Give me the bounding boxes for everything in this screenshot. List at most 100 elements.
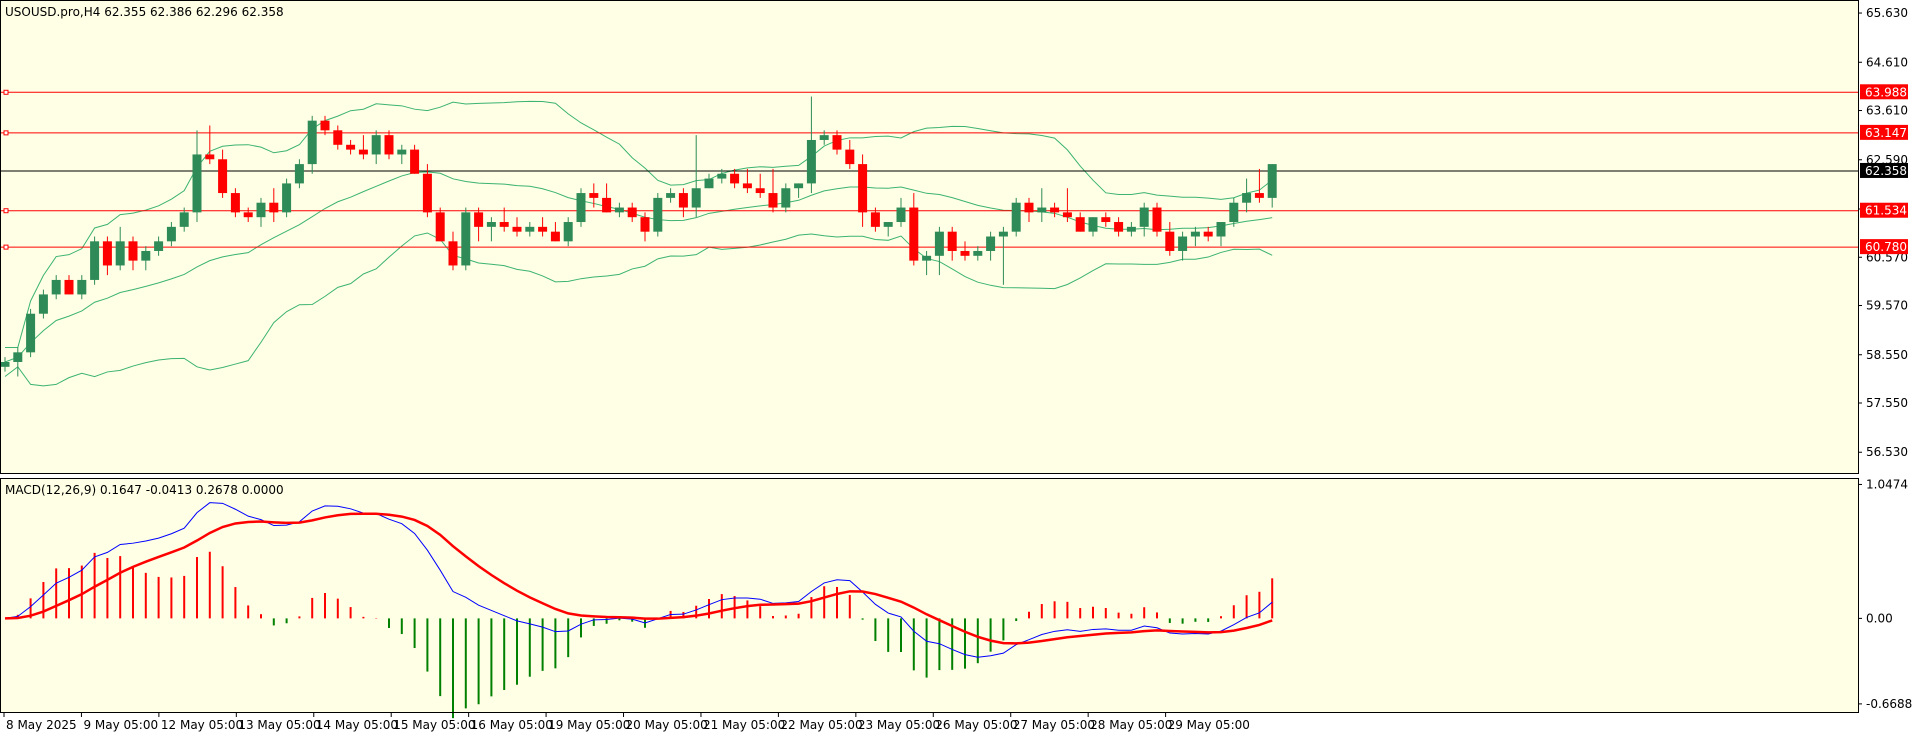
level-price-label: 63.988 [1865,85,1907,99]
candle-body [960,250,970,256]
time-tick-label: 26 May 05:00 [935,718,1017,732]
candle-body [602,197,612,213]
candle-body [973,250,983,256]
symbol-info: USOUSD.pro,H4 62.355 62.386 62.296 62.35… [5,5,284,19]
candle-body [627,207,637,218]
price-tick-label: 65.630 [1866,6,1908,20]
candle-body [538,226,548,232]
macd-pane-background [0,479,1858,713]
candle-body [704,178,714,189]
candle-body [269,202,279,213]
candle-body [614,207,624,213]
candle-body [461,212,471,266]
macd-tick-label: -0.6688 [1866,697,1912,711]
candle-body [499,222,509,227]
candle-body [947,231,957,251]
candle-body [781,188,791,208]
price-chart-svg[interactable]: 65.63064.61063.61062.59061.57060.57059.5… [0,0,1916,737]
current-price-label: 62.358 [1865,164,1907,178]
candle-body [90,241,100,280]
candle-body [589,193,599,198]
level-price-label: 61.534 [1865,204,1907,218]
candle-body [77,279,87,295]
time-tick-label: 21 May 05:00 [703,718,785,732]
candle-body [230,193,240,213]
candle-body [64,279,74,295]
candle-body [883,222,893,227]
candle-body [1216,222,1226,237]
candle-body [550,231,560,242]
candle-body [1101,217,1111,223]
candle-body [845,149,855,165]
time-tick-label: 16 May 05:00 [471,718,553,732]
candle-body [256,202,266,218]
price-tick-label: 57.550 [1866,396,1908,410]
candle-body [1075,217,1085,232]
time-tick-label: 14 May 05:00 [316,718,398,732]
candle-body [1037,207,1047,213]
candle-body [358,149,368,155]
candle-body [435,212,445,242]
candle-body [806,139,816,184]
candle-body [525,226,535,232]
candle-body [653,197,663,232]
time-tick-label: 23 May 05:00 [858,718,940,732]
time-tick-label: 28 May 05:00 [1090,718,1172,732]
candle-body [922,255,932,261]
candle-body [1011,202,1021,232]
chart-window: 65.63064.61063.61062.59061.57060.57059.5… [0,0,1916,737]
level-anchor [3,89,9,95]
candle-body [371,135,381,155]
candle-body [819,135,829,140]
candle-body [563,222,573,242]
candle-body [730,173,740,184]
candle-body [1190,231,1200,237]
candle-body [115,241,125,266]
time-tick-label: 15 May 05:00 [393,718,475,732]
candle-body [1062,212,1072,218]
time-tick-label: 20 May 05:00 [626,718,708,732]
macd-info: MACD(12,26,9) 0.1647 -0.0413 0.2678 0.00… [5,483,284,497]
time-tick-label: 12 May 05:00 [161,718,243,732]
time-tick-label: 13 May 05:00 [238,718,320,732]
candle-body [243,212,253,218]
candle-body [448,241,458,266]
candle-body [13,352,23,362]
candle-body [832,135,842,150]
price-tick-label: 63.610 [1866,104,1908,118]
candle-body [1254,193,1264,198]
candle-body [794,183,804,189]
candle-body [0,361,10,367]
candle-body [896,207,906,223]
level-price-label: 60.780 [1865,240,1907,254]
candle-body [102,241,112,266]
candle-body [1178,236,1188,251]
price-tick-label: 56.530 [1866,445,1908,459]
candle-body [346,144,356,150]
candle-body [870,212,880,227]
candle-body [179,212,189,227]
level-price-label: 63.147 [1865,126,1907,140]
candle-body [307,120,317,165]
candle-body [128,241,138,261]
candle-body [512,226,522,232]
macd-tick-label: 1.0474 [1866,477,1908,491]
candle-body [1165,231,1175,251]
candle-body [576,193,586,223]
candle-body [666,193,676,198]
price-tick-label: 58.550 [1866,348,1908,362]
candle-body [934,231,944,256]
candle-body [691,188,701,208]
candle-body [755,188,765,194]
candle-body [1050,207,1060,213]
candle-body [1242,193,1252,203]
candle-body [154,241,164,251]
candle-body [858,164,868,213]
candle-body [1267,164,1277,198]
candle-body [640,217,650,232]
candle-body [282,183,292,213]
candle-body [51,279,61,295]
candle-body [717,173,727,179]
candle-body [333,130,343,145]
candle-body [141,250,151,261]
